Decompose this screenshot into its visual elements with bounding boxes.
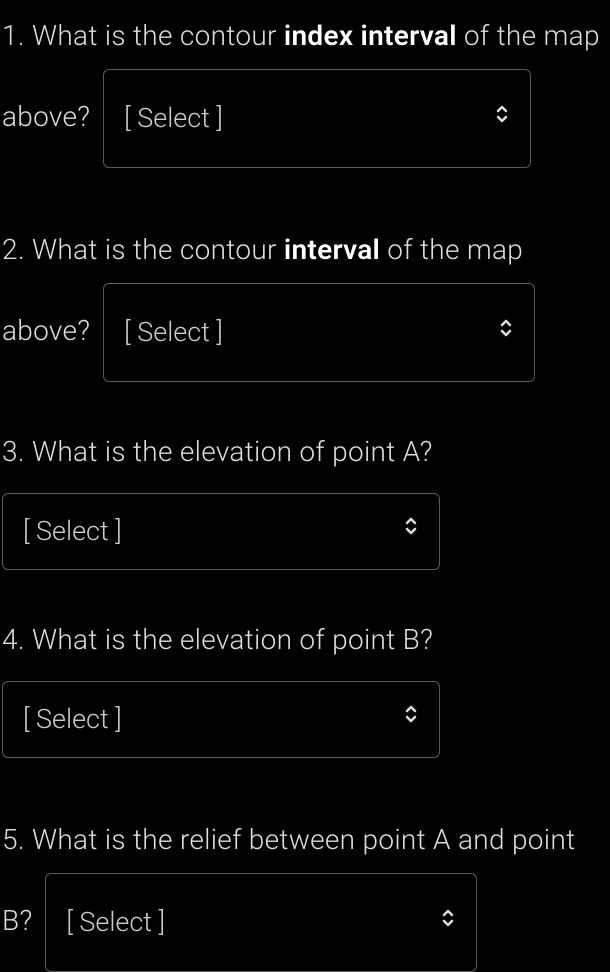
question-2-bold: interval <box>284 233 380 266</box>
question-1-text-prefix: 1. What is the contour <box>2 19 284 52</box>
question-4: 4. What is the elevation of point B? [ S… <box>2 618 608 758</box>
chevron-updown-icon <box>498 311 514 354</box>
chevron-updown-icon <box>403 516 419 546</box>
select-q2[interactable]: [ Select ] <box>103 283 535 382</box>
question-3: 3. What is the elevation of point A? [ S… <box>2 430 608 570</box>
question-1-bold: index interval <box>284 19 457 52</box>
select-q3-label: [ Select ] <box>23 510 122 553</box>
select-q4[interactable]: [ Select ] <box>2 681 440 758</box>
chevron-updown-icon <box>403 704 419 734</box>
select-q1[interactable]: [ Select ] <box>103 69 531 168</box>
question-2: 2. What is the contour interval of the m… <box>2 216 608 382</box>
question-2-text-prefix: 2. What is the contour <box>2 233 284 266</box>
chevron-updown-icon <box>440 901 456 944</box>
select-q3[interactable]: [ Select ] <box>2 493 440 570</box>
question-1: 1. What is the contour index interval of… <box>2 2 608 168</box>
select-q5-label: [ Select ] <box>66 890 165 955</box>
select-q2-label: [ Select ] <box>124 300 223 365</box>
question-5: 5. What is the relief between point A an… <box>2 806 608 972</box>
select-q1-label: [ Select ] <box>124 86 223 151</box>
question-4-text: 4. What is the elevation of point B? <box>2 623 433 656</box>
question-3-text: 3. What is the elevation of point A? <box>2 435 433 468</box>
chevron-updown-icon <box>494 97 510 140</box>
select-q4-label: [ Select ] <box>23 698 122 741</box>
select-q5[interactable]: [ Select ] <box>45 873 477 972</box>
